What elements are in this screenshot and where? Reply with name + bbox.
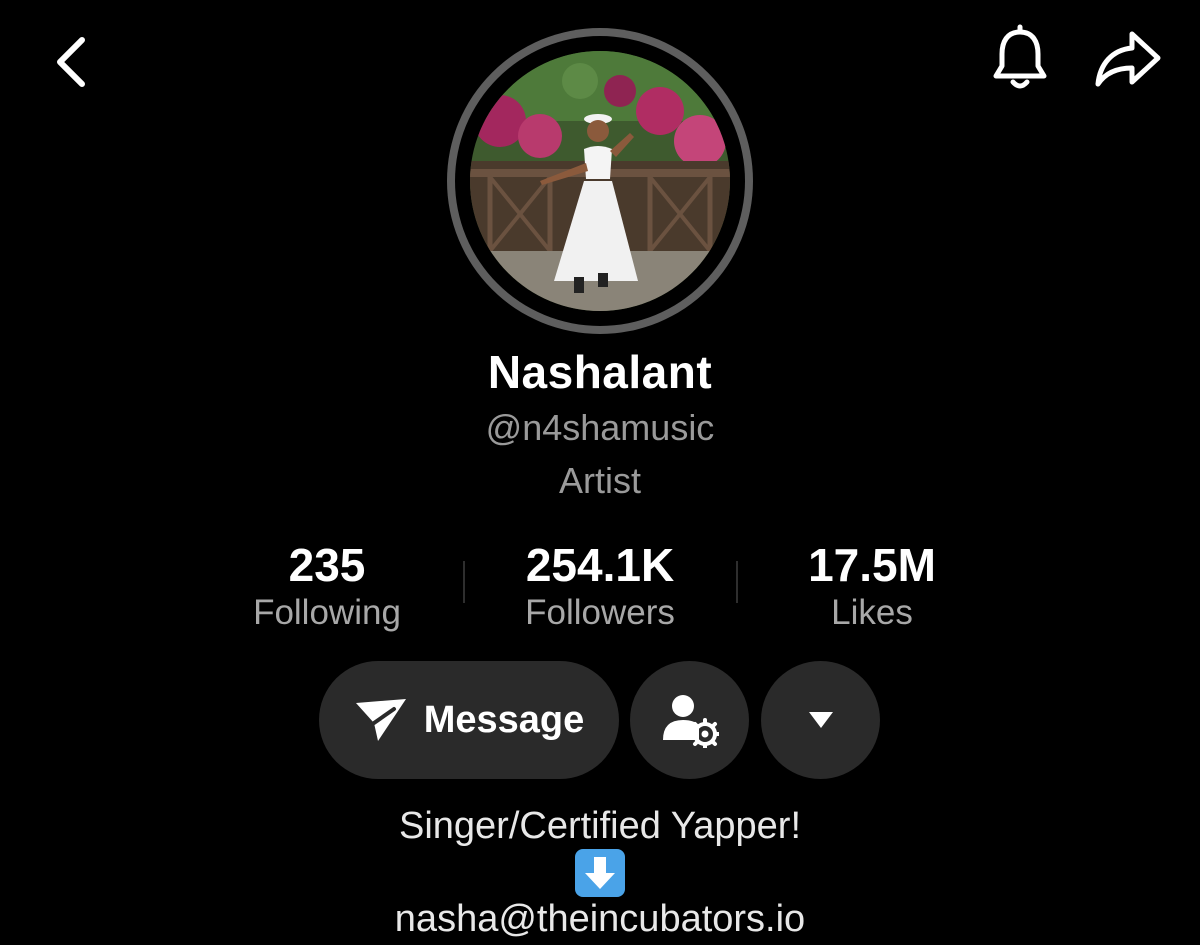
stat-value: 17.5M [808,539,936,591]
avatar-ring[interactable] [447,28,753,334]
account-category: Artist [558,460,641,501]
stat-label: Likes [831,593,913,632]
caret-down-icon [808,711,834,729]
share-arrow-icon [1095,31,1161,87]
profile-page: Nashalant @n4shamusic Artist 235 Followi… [0,0,1200,945]
stat-value: 254.1K [525,539,675,591]
bio-email-link[interactable]: nasha@theincubators.io [0,898,1200,941]
stat-divider [463,561,465,603]
more-options-button[interactable] [761,661,880,779]
profile-photo [470,51,730,311]
stat-label: Following [253,593,401,632]
message-button[interactable]: Message [319,661,619,779]
back-button[interactable] [40,28,100,92]
username-handle: @n4shamusic [485,407,715,448]
stat-label: Followers [525,593,675,632]
friend-settings-button[interactable] [630,661,749,779]
bio-text: Singer/Certified Yapper! [398,805,802,847]
message-button-label: Message [423,698,585,741]
chevron-left-icon [57,37,85,87]
paper-plane-icon [354,695,408,745]
stat-likes[interactable]: 17.5M Likes [752,540,992,634]
bell-icon [993,24,1047,89]
user-settings-icon [661,692,719,748]
avatar[interactable] [470,51,730,311]
display-name: Nashalant [487,346,713,398]
stat-value: 235 [288,539,366,591]
stat-following[interactable]: 235 Following [207,540,447,634]
notification-bell-button[interactable] [985,22,1055,96]
share-button[interactable] [1092,26,1164,92]
stat-followers[interactable]: 254.1K Followers [480,540,720,634]
down-arrow-emoji [575,849,625,897]
stat-divider [736,561,738,603]
